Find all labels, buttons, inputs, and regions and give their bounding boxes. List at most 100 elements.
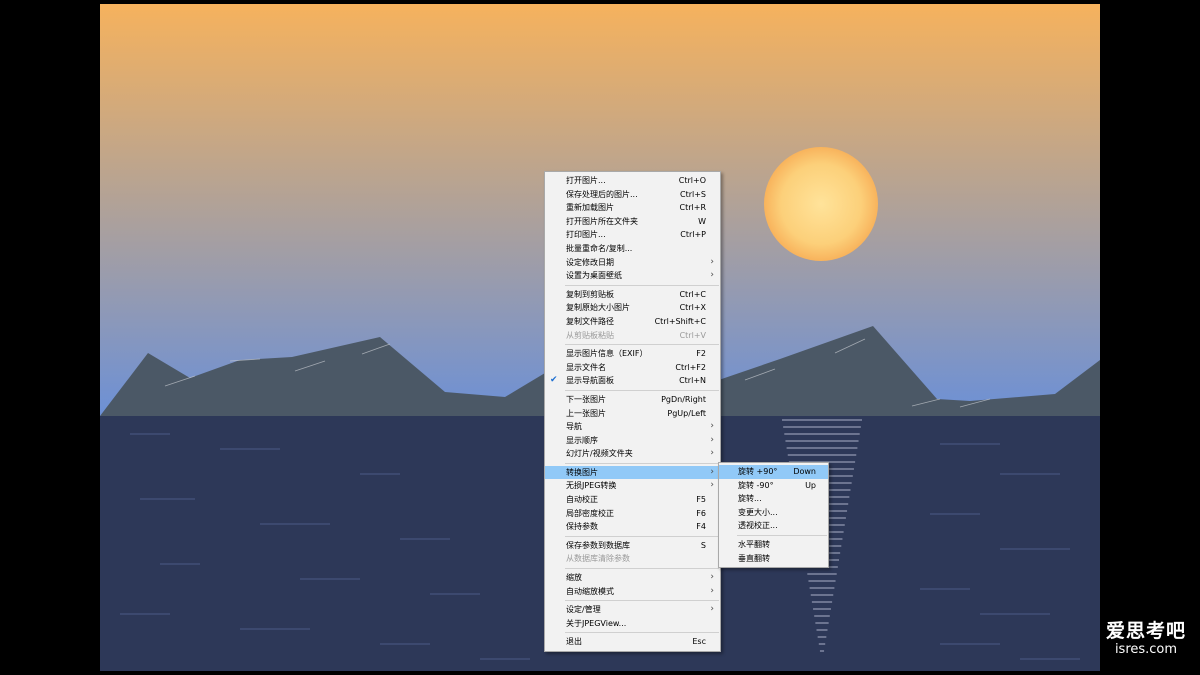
menu-item-label: 旋转 +90° [738, 467, 778, 476]
context-menu-item-18[interactable]: 下一张图片 PgDn/Right [545, 393, 720, 407]
chevron-right-icon: › [710, 604, 714, 615]
context-menu-item-11[interactable]: 复制文件路径 Ctrl+Shift+C [545, 315, 720, 329]
context-menu-item-37[interactable]: 关于JPEGView... [545, 617, 720, 631]
chevron-right-icon: › [710, 572, 714, 583]
context-menu-item-33[interactable]: 缩放 › [545, 571, 720, 585]
context-menu-item-22[interactable]: 幻灯片/视频文件夹 › [545, 447, 720, 461]
menu-item-shortcut: Ctrl+O [678, 176, 706, 185]
menu-item-shortcut: Ctrl+P [680, 230, 706, 240]
menu-item-label: 显示文件名 [566, 362, 606, 372]
context-menu-item-9[interactable]: 复制到剪贴板 Ctrl+C [545, 288, 720, 302]
menu-item-shortcut: Down [793, 467, 816, 476]
menu-item-label: 从数据库清除参数 [566, 554, 630, 564]
menu-item-label: 复制原始大小图片 [566, 303, 630, 313]
chevron-right-icon: › [710, 585, 714, 596]
context-menu-item-7[interactable]: 设置为桌面壁纸 › [545, 269, 720, 283]
menu-item-label: 保存处理后的图片... [566, 189, 638, 199]
submenu-item-0[interactable]: 旋转 +90° Down [719, 465, 828, 479]
submenu-item-7[interactable]: 垂直翻转 [719, 552, 828, 566]
menu-item-label: 缩放 [566, 573, 582, 583]
submenu-item-2[interactable]: 旋转... [719, 492, 828, 506]
context-menu-item-16[interactable]: ✔ 显示导航面板 Ctrl+N [545, 374, 720, 388]
context-menu-item-20[interactable]: 导航 › [545, 420, 720, 434]
chevron-right-icon: › [710, 448, 714, 459]
context-menu-item-24[interactable]: 转换图片 › [545, 465, 720, 480]
chevron-right-icon: › [710, 434, 714, 445]
menu-item-shortcut: Ctrl+V [679, 330, 706, 340]
menu-separator [565, 389, 719, 391]
context-menu-item-2[interactable]: 重新加载图片 Ctrl+R [545, 201, 720, 215]
menu-item-label: 自动校正 [566, 495, 598, 505]
transform-image-submenu: 旋转 +90° Down 旋转 -90° Up 旋转... 变更大小... 透视校正... 水… [718, 462, 829, 569]
context-menu-item-28[interactable]: 保持参数 F4 [545, 520, 720, 534]
context-menu-item-39[interactable]: 退出 Esc [545, 635, 720, 649]
menu-item-shortcut: PgDn/Right [661, 394, 706, 404]
menu-item-label: 设定修改日期 [566, 257, 614, 267]
context-menu-item-21[interactable]: 显示顺序 › [545, 434, 720, 448]
chevron-right-icon: › [710, 466, 714, 477]
submenu-item-4[interactable]: 透视校正... [719, 519, 828, 533]
menu-item-label: 变更大小... [738, 507, 778, 517]
context-menu-item-1[interactable]: 保存处理后的图片... Ctrl+S [545, 188, 720, 202]
context-menu-item-30[interactable]: 保存参数到数据库 S [545, 539, 720, 553]
submenu-item-6[interactable]: 水平翻转 [719, 538, 828, 552]
menu-separator [565, 535, 719, 537]
context-menu-item-4[interactable]: 打印图片... Ctrl+P [545, 228, 720, 242]
context-menu-item-6[interactable]: 设定修改日期 › [545, 256, 720, 270]
menu-item-shortcut: F4 [696, 522, 706, 532]
watermark-logo: 爱思考吧 isres.com [1103, 620, 1189, 658]
context-menu-item-36[interactable]: 设定/管理 › [545, 603, 720, 617]
chevron-right-icon: › [710, 480, 714, 491]
context-menu-item-26[interactable]: 自动校正 F5 [545, 493, 720, 507]
menu-item-shortcut: Ctrl+S [679, 189, 706, 199]
watermark-cn: 爱思考吧 [1105, 620, 1186, 642]
menu-item-shortcut: Esc [692, 637, 706, 647]
context-menu-item-27[interactable]: 局部密度校正 F6 [545, 507, 720, 521]
menu-item-shortcut: Up [805, 480, 816, 490]
menu-item-label: 打开图片所在文件夹 [566, 216, 638, 226]
menu-item-label: 批量重命名/复制... [566, 243, 633, 253]
menu-item-label: 打开图片... [566, 176, 606, 185]
menu-item-label: 旋转 -90° [738, 480, 774, 490]
chevron-right-icon: › [710, 256, 714, 267]
menu-item-shortcut: Ctrl+Shift+C [654, 316, 706, 326]
context-menu-item-25[interactable]: 无损JPEG转换 › [545, 479, 720, 493]
context-menu-item-15[interactable]: 显示文件名 Ctrl+F2 [545, 361, 720, 375]
menu-separator [565, 632, 719, 634]
checkmark-icon: ✔ [550, 375, 558, 386]
context-menu-item-14[interactable]: 显示图片信息（EXIF） F2 [545, 347, 720, 361]
menu-item-label: 显示图片信息（EXIF） [566, 349, 648, 359]
context-menu-item-31[interactable]: 从数据库清除参数 [545, 552, 720, 566]
menu-item-label: 转换图片 [566, 467, 598, 477]
context-menu-item-19[interactable]: 上一张图片 PgUp/Left [545, 407, 720, 421]
menu-separator [565, 284, 719, 286]
menu-item-shortcut: F2 [696, 349, 706, 359]
menu-item-label: 透视校正... [738, 521, 778, 531]
menu-item-shortcut: Ctrl+N [679, 376, 706, 386]
context-menu-item-10[interactable]: 复制原始大小图片 Ctrl+X [545, 301, 720, 315]
submenu-item-1[interactable]: 旋转 -90° Up [719, 479, 828, 493]
menu-item-shortcut: Ctrl+F2 [675, 362, 706, 372]
menu-item-shortcut: Ctrl+R [679, 203, 707, 213]
menu-item-label: 幻灯片/视频文件夹 [566, 449, 633, 459]
context-menu-item-3[interactable]: 打开图片所在文件夹 W [545, 215, 720, 229]
menu-item-label: 旋转... [738, 494, 762, 504]
context-menu: 打开图片... Ctrl+O 保存处理后的图片... Ctrl+S 重新加载图片 Ctrl… [544, 171, 721, 652]
sun [764, 147, 878, 261]
menu-separator [737, 534, 827, 536]
menu-item-shortcut: F6 [696, 508, 706, 518]
menu-separator [565, 462, 719, 464]
menu-item-label: 无损JPEG转换 [566, 481, 617, 491]
context-menu-item-0[interactable]: 打开图片... Ctrl+O [545, 174, 720, 188]
menu-item-shortcut: PgUp/Left [667, 408, 706, 418]
menu-item-label: 下一张图片 [566, 394, 606, 404]
menu-separator [565, 344, 719, 346]
menu-separator [565, 600, 719, 602]
context-menu-item-5[interactable]: 批量重命名/复制... [545, 242, 720, 256]
menu-item-shortcut: F5 [696, 495, 706, 505]
menu-item-label: 水平翻转 [738, 539, 770, 549]
context-menu-item-34[interactable]: 自动缩放模式 › [545, 585, 720, 599]
menu-item-label: 局部密度校正 [566, 508, 614, 518]
submenu-item-3[interactable]: 变更大小... [719, 506, 828, 520]
context-menu-item-12[interactable]: 从剪贴板粘贴 Ctrl+V [545, 329, 720, 343]
